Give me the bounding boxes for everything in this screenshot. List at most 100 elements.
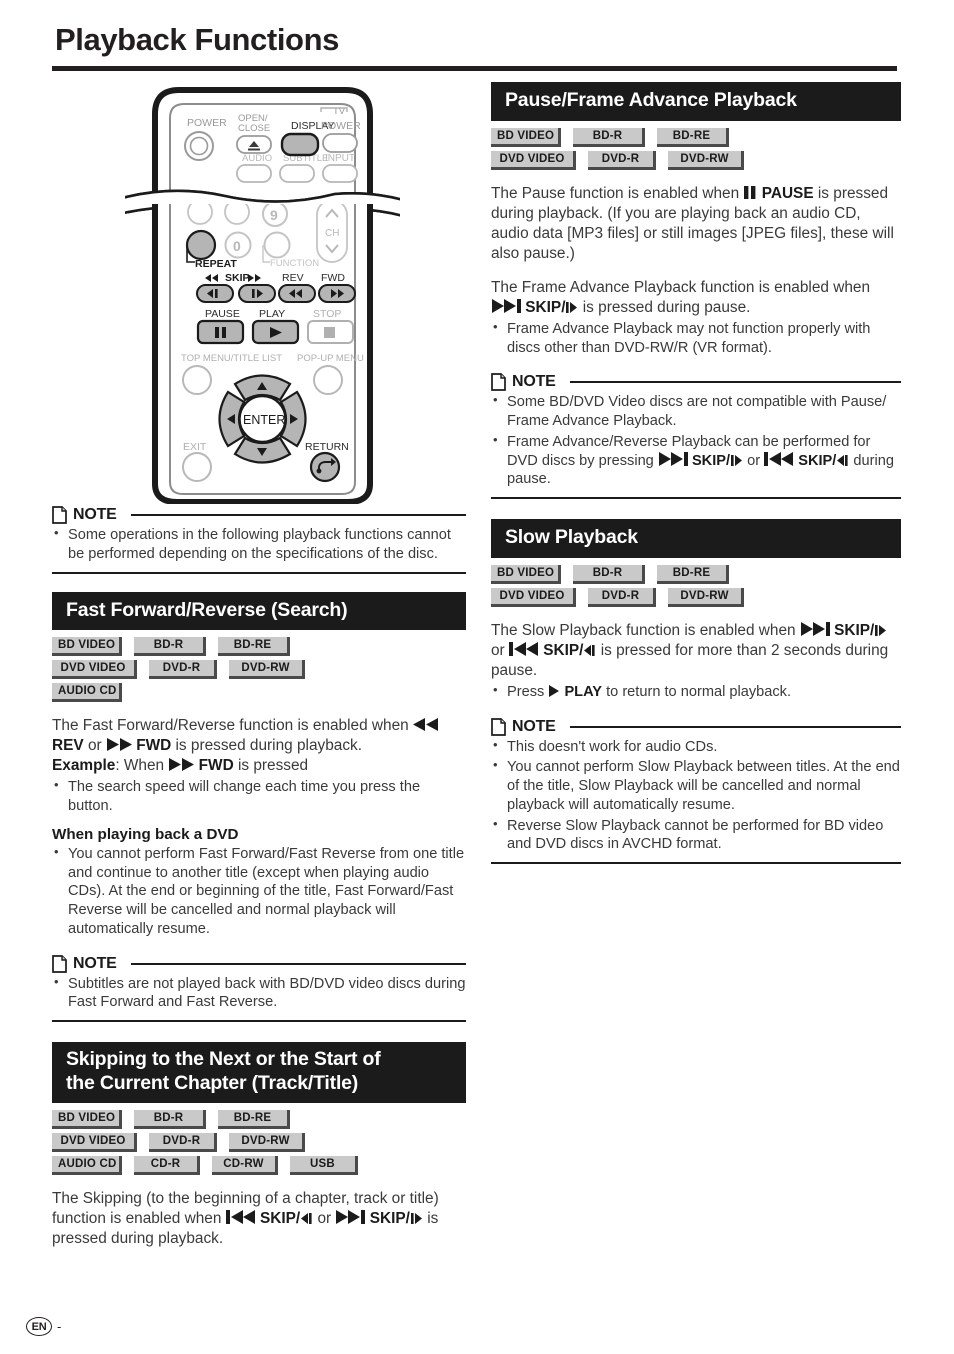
slow-text-a: The Slow Playback function is enabled wh… [491, 621, 796, 639]
badge-dvd-r: DVD-R [588, 150, 656, 170]
badge-row: AUDIO CD CD-R CD-RW USB [52, 1155, 466, 1175]
skip-next-small-icon [874, 624, 887, 636]
note-list: This doesn't work for audio CDs. You can… [491, 737, 901, 855]
note-rule [569, 725, 901, 728]
note-rule [130, 962, 466, 965]
skip-previous-icon [764, 451, 794, 466]
press-text: Press [507, 683, 545, 700]
badge-row: DVD VIDEO DVD-R DVD-RW [52, 1132, 466, 1152]
badge-dvd-video: DVD VIDEO [491, 150, 576, 170]
fast-forward-bullets: The search speed will change each time y… [52, 777, 466, 816]
note-label: NOTE [512, 373, 556, 391]
badge-row: BD VIDEO BD-R BD-RE [52, 637, 466, 657]
skip-prev-small-icon [300, 1212, 313, 1224]
skipping-or: or [317, 1209, 332, 1227]
frame-advance-bullets: Frame Advance Playback may not function … [491, 319, 901, 358]
skip-next-small-icon [730, 454, 743, 466]
slow-or: or [491, 641, 505, 659]
note-header: NOTE [491, 718, 901, 736]
note-label: NOTE [73, 506, 117, 523]
note-rule [130, 514, 466, 516]
note-rule [569, 381, 901, 384]
note-skip-next-label: SKIP/ [692, 453, 743, 469]
badge-row: DVD VIDEO DVD-R DVD-RW [52, 660, 466, 680]
list-item: The search speed will change each time y… [52, 777, 466, 816]
skipping-heading-line-2: the Current Chapter (Track/Title) [66, 1071, 359, 1094]
note-item: Reverse Slow Playback cannot be performe… [491, 816, 901, 855]
ff-rev-label: REV [52, 737, 84, 755]
badge-bd-r: BD-R [134, 1109, 206, 1129]
language-badge: EN [26, 1317, 52, 1336]
skipping-paragraph: The Skipping (to the beginning of a chap… [52, 1189, 466, 1249]
section-heading-slow-playback: Slow Playback [491, 519, 901, 558]
note-label: NOTE [73, 954, 117, 972]
badge-row: DVD VIDEO DVD-R DVD-RW [491, 150, 901, 170]
note-page-icon [52, 506, 67, 524]
badge-bd-video: BD VIDEO [491, 127, 561, 147]
frame-advance-text-a: The Frame Advance Playback function is e… [491, 278, 871, 296]
badge-bd-re: BD-RE [657, 127, 729, 147]
subhead-bullets: You cannot perform Fast Forward/Fast Rev… [52, 844, 466, 939]
badge-bd-r: BD-R [573, 127, 645, 147]
fast-forward-example: Example: When FWD is pressed [52, 756, 466, 776]
badge-dvd-rw: DVD-RW [668, 150, 744, 170]
fast-forward-paragraph: The Fast Forward/Reverse function is ena… [52, 716, 466, 756]
skip-next-small-icon [565, 301, 578, 313]
note-bottom-rule [491, 862, 901, 865]
badge-bd-video: BD VIDEO [52, 637, 122, 657]
badge-bd-video: BD VIDEO [491, 564, 561, 584]
section-heading-pause-frame: Pause/Frame Advance Playback [491, 82, 901, 121]
skip-previous-icon [508, 641, 539, 656]
section-skipping: Skipping to the Next or the Start of the… [52, 1042, 466, 1249]
badge-usb: USB [290, 1155, 358, 1175]
note-or: or [747, 452, 761, 469]
skip-previous-icon [225, 1209, 256, 1224]
note-bottom-rule [52, 1020, 466, 1023]
note-bottom-rule [52, 571, 466, 574]
page-footer: EN - [26, 1317, 61, 1336]
ff-or: or [87, 737, 102, 755]
badge-bd-r: BD-R [573, 564, 645, 584]
pause-paragraph: The Pause function is enabled when PAUSE… [491, 184, 901, 264]
slow-skip-prev-label: SKIP/ [543, 642, 596, 659]
badge-dvd-r: DVD-R [149, 660, 217, 680]
note-item: Some BD/DVD Video discs are not compatib… [491, 392, 901, 431]
note-label: NOTE [512, 717, 556, 735]
badge-bd-r: BD-R [134, 637, 206, 657]
note-skip-prev-label: SKIP/ [798, 453, 849, 469]
skipping-heading-line-1: Skipping to the Next or the Start of [66, 1048, 381, 1071]
pause-label: PAUSE [761, 184, 814, 202]
example-fwd-label: FWD [198, 757, 234, 775]
badge-audio-cd: AUDIO CD [52, 1155, 122, 1175]
skip-prev-small-icon [583, 644, 596, 656]
frame-advance-paragraph: The Frame Advance Playback function is e… [491, 278, 901, 318]
note-page-icon [52, 954, 67, 973]
section-heading-skipping: Skipping to the Next or the Start of the… [52, 1042, 466, 1103]
pause-icon [743, 185, 757, 199]
example-label: Example [52, 757, 116, 775]
skip-next-icon [491, 298, 521, 313]
skip-previous-label: SKIP/ [260, 1210, 313, 1227]
note-list: Subtitles are not played back with BD/DV… [52, 974, 466, 1013]
list-item: Press PLAY to return to normal playback. [491, 682, 901, 702]
subheading-playing-dvd: When playing back a DVD [52, 825, 239, 843]
list-item: Frame Advance Playback may not function … [491, 319, 901, 358]
slow-playback-bullets: Press PLAY to return to normal playback. [491, 682, 901, 702]
note-header: NOTE [52, 955, 466, 973]
play-label: PLAY [564, 683, 603, 700]
note-item: Some operations in the following playbac… [52, 525, 466, 564]
section-fast-forward: Fast Forward/Reverse (Search) BD VIDEO B… [52, 591, 466, 1023]
intro-note-block: NOTE Some operations in the following pl… [52, 506, 466, 574]
fast-forward-note-block: NOTE Subtitles are not played back with … [52, 955, 466, 1023]
badge-dvd-video: DVD VIDEO [52, 1132, 137, 1152]
section-pause-frame-advance: Pause/Frame Advance Playback BD VIDEO BD… [491, 82, 901, 500]
example-text-b: is pressed [237, 757, 309, 775]
section-slow-playback: Slow Playback BD VIDEO BD-R BD-RE DVD VI… [491, 519, 901, 865]
badge-dvd-video: DVD VIDEO [52, 660, 137, 680]
badge-dvd-r: DVD-R [149, 1132, 217, 1152]
badge-bd-video: BD VIDEO [52, 1109, 122, 1129]
manual-page: Playback Functions POWER OPEN/ CLOSE DIS… [0, 0, 954, 1354]
list-item: You cannot perform Fast Forward/Fast Rev… [52, 844, 466, 939]
fwd-icon [106, 738, 132, 752]
badge-cd-rw: CD-RW [212, 1155, 278, 1175]
